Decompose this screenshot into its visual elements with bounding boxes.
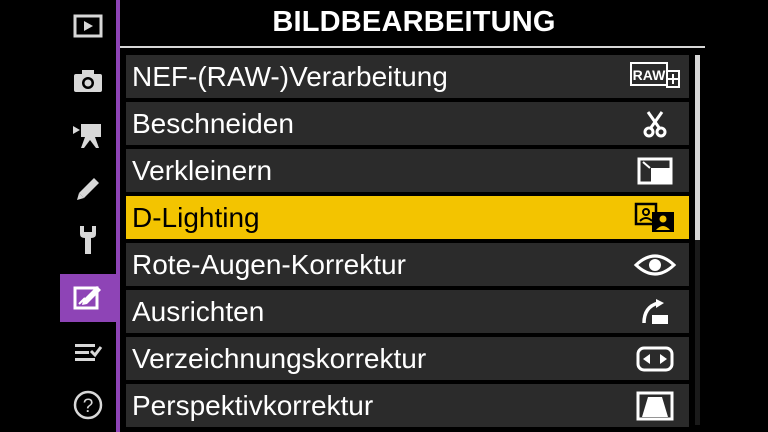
menu-item-label: NEF-(RAW-)Verarbeitung	[132, 60, 448, 92]
d-lighting-icon	[621, 196, 689, 239]
camera-menu-screen: ? BILDBEARBEITUNG NEF-(RAW-)Verarbeitung…	[60, 0, 708, 432]
menu-item-label: D-Lighting	[132, 201, 260, 233]
raw-processing-icon: RAW	[621, 55, 689, 98]
resize-icon	[621, 149, 689, 192]
perspective-icon	[621, 384, 689, 427]
eye-icon	[621, 243, 689, 286]
pencil-icon	[77, 178, 99, 200]
title-divider	[120, 46, 705, 48]
menu-item-label: Beschneiden	[132, 107, 294, 139]
scrollbar[interactable]	[695, 55, 700, 425]
menu-item-label: Verzeichnungskorrektur	[132, 342, 427, 374]
straighten-icon	[621, 290, 689, 333]
scrollbar-thumb[interactable]	[695, 55, 700, 240]
sidebar-item-playback[interactable]	[60, 4, 116, 48]
scissors-icon	[621, 102, 689, 145]
wrench-icon	[80, 226, 96, 254]
movie-camera-icon	[73, 124, 101, 148]
sidebar-item-my-menu[interactable]	[60, 330, 116, 374]
sidebar-item-retouch[interactable]	[60, 274, 116, 322]
svg-text:?: ?	[83, 396, 94, 417]
menu-item-label: Verkleinern	[132, 154, 273, 186]
svg-text:RAW: RAW	[633, 67, 666, 83]
menu-item-nef-raw-processing[interactable]: NEF-(RAW-)Verarbeitung RAW	[126, 55, 689, 98]
camera-icon	[74, 70, 102, 92]
menu-item-d-lighting[interactable]: D-Lighting	[126, 196, 689, 239]
distortion-icon	[621, 337, 689, 380]
my-menu-icon	[75, 344, 103, 361]
playback-icon	[73, 14, 103, 38]
page-title: BILDBEARBEITUNG	[272, 6, 556, 38]
menu-sidebar: ?	[60, 0, 116, 432]
menu-item-label: Perspektivkorrektur	[132, 389, 374, 421]
sidebar-item-photo-shooting[interactable]	[60, 59, 116, 103]
menu-item-perspective-control[interactable]: Perspektivkorrektur	[126, 384, 689, 427]
sidebar-divider	[116, 0, 120, 432]
menu-item-distortion-control[interactable]: Verzeichnungskorrektur	[126, 337, 689, 380]
sidebar-item-movie-shooting[interactable]	[60, 113, 116, 157]
menu-item-crop[interactable]: Beschneiden	[126, 102, 689, 145]
sidebar-item-setup[interactable]	[60, 218, 116, 262]
menu-item-label: Ausrichten	[132, 295, 265, 327]
help-icon: ?	[73, 390, 103, 420]
menu-item-straighten[interactable]: Ausrichten	[126, 290, 689, 333]
retouch-icon	[73, 286, 101, 310]
menu-item-resize[interactable]: Verkleinern	[126, 149, 689, 192]
sidebar-item-help[interactable]: ?	[60, 383, 116, 427]
menu-item-red-eye-correction[interactable]: Rote-Augen-Korrektur	[126, 243, 689, 286]
sidebar-item-custom-settings[interactable]	[60, 167, 116, 211]
menu-item-label: Rote-Augen-Korrektur	[132, 248, 406, 280]
